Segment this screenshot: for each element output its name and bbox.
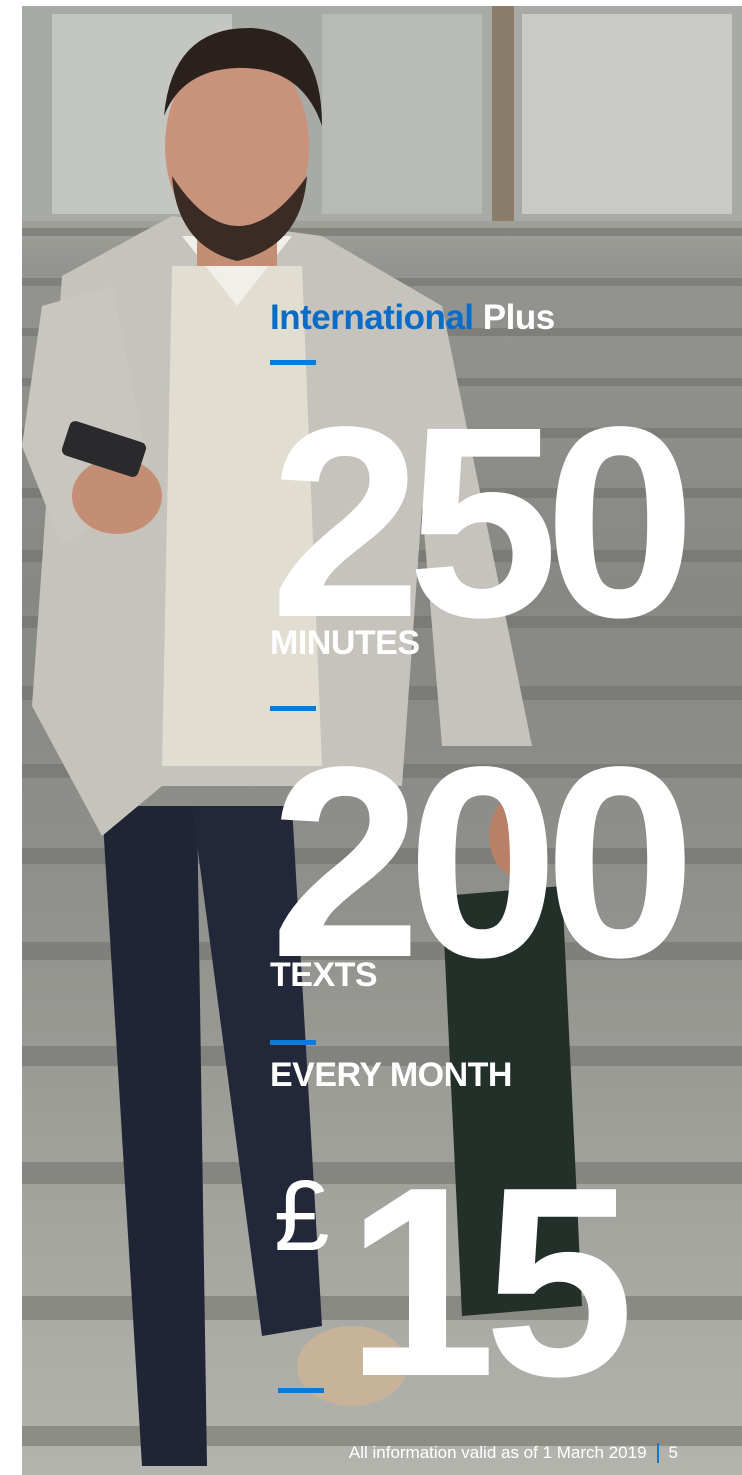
accent-dash-1 bbox=[270, 360, 316, 365]
currency-symbol: £ bbox=[274, 1160, 330, 1272]
minutes-label: MINUTES bbox=[270, 624, 420, 662]
frequency-label: EVERY MONTH bbox=[270, 1056, 512, 1094]
footer: All information valid as of 1 March 2019… bbox=[349, 1443, 678, 1463]
minutes-value: 250 bbox=[270, 370, 696, 674]
plan-name: International Plus bbox=[270, 300, 555, 335]
brochure-page: International Plus 250 MINUTES 200 TEXTS… bbox=[0, 0, 742, 1475]
texts-label: TEXTS bbox=[270, 956, 378, 994]
footer-note: All information valid as of 1 March 2019 bbox=[348, 1443, 647, 1462]
plan-name-part1: International bbox=[270, 298, 474, 337]
page-number: 5 bbox=[668, 1443, 678, 1462]
plan-name-part2: Plus bbox=[482, 298, 555, 337]
accent-dash-3 bbox=[270, 1040, 316, 1045]
price-value: 15 bbox=[346, 1132, 634, 1433]
accent-dash-4 bbox=[278, 1388, 324, 1393]
footer-separator bbox=[656, 1443, 659, 1463]
